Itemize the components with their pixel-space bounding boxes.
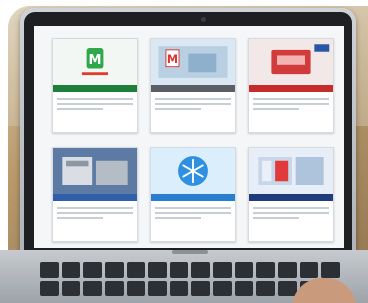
machine-icon [62,157,128,185]
tile-bar [151,85,235,92]
m-logo-icon: M [158,46,228,78]
m-logo-icon: M [81,48,109,76]
tile-text [151,201,235,241]
tile-6[interactable] [248,147,334,242]
camera-icon [201,17,206,22]
tile-2[interactable]: M [150,38,236,133]
tile-bar [151,194,235,201]
tile-thumb [151,148,235,194]
tile-bar [53,85,137,92]
brand-label [172,250,208,254]
tile-4[interactable] [52,147,138,242]
tile-grid: M M [52,38,334,242]
keyboard [40,262,340,296]
snowflake-icon [178,156,208,186]
tile-text [249,201,333,241]
tile-bar [249,85,333,92]
svg-text:M: M [89,53,102,68]
laptop-screen: M M [34,26,344,248]
tile-text [249,92,333,132]
tile-text [53,92,137,132]
tile-1[interactable]: M [52,38,138,133]
tile-bar [53,194,137,201]
tile-5[interactable] [150,147,236,242]
tile-thumb: M [151,39,235,85]
red-product-icon [271,44,330,75]
tile-thumb: M [53,39,137,85]
tile-text [53,201,137,241]
cold-room-icon [258,157,324,185]
tile-thumb [249,148,333,194]
tile-text [151,92,235,132]
tile-thumb [249,39,333,85]
tile-thumb [53,148,137,194]
tile-3[interactable] [248,38,334,133]
tile-bar [249,194,333,201]
svg-text:M: M [167,53,178,66]
